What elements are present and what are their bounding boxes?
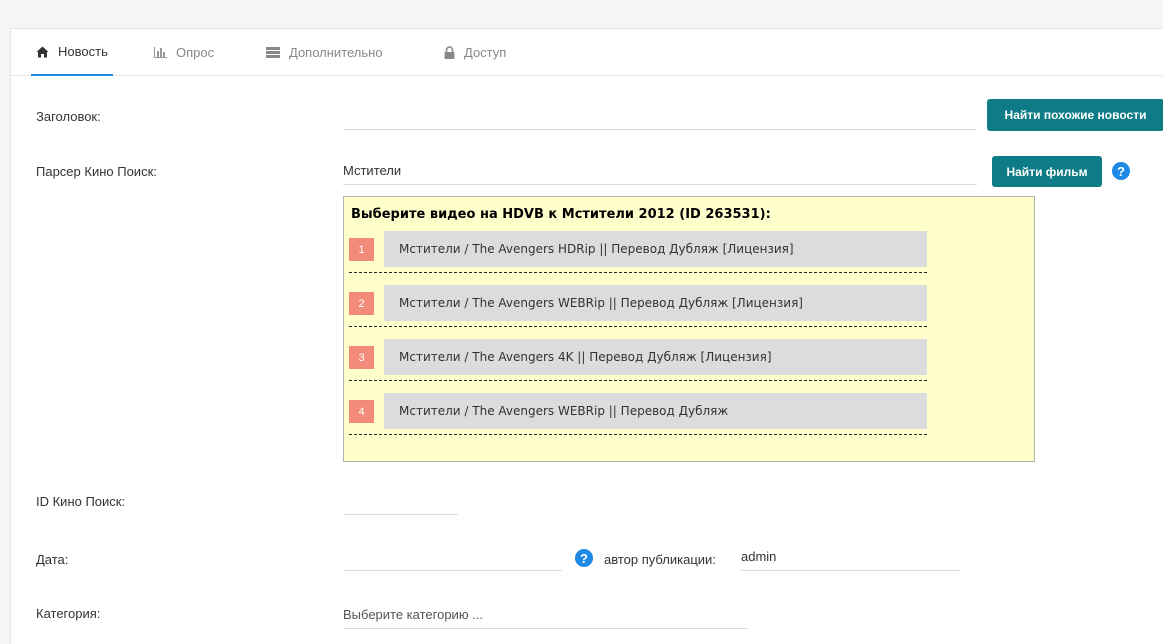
video-item-number: 3	[349, 346, 374, 369]
tab-access[interactable]: Доступ	[444, 29, 506, 75]
date-input[interactable]	[343, 543, 562, 571]
kp-id-label: ID Кино Поиск:	[36, 494, 126, 509]
video-item-title: Мстители / The Avengers WEBRip || Перево…	[384, 393, 927, 429]
tab-news-label: Новость	[58, 44, 108, 59]
find-film-button[interactable]: Найти фильм	[992, 156, 1102, 187]
results-title: Выберите видео на HDVB к Мстители 2012 (…	[351, 207, 771, 222]
list-icon	[266, 46, 280, 58]
category-label: Категория:	[36, 606, 101, 621]
video-item-number: 2	[349, 292, 374, 315]
video-item[interactable]: 3 Мстители / The Avengers 4K || Перевод …	[349, 339, 927, 381]
title-label: Заголовок:	[36, 109, 101, 124]
video-item[interactable]: 1 Мстители / The Avengers HDRip || Перев…	[349, 231, 927, 273]
video-item[interactable]: 2 Мстители / The Avengers WEBRip || Пере…	[349, 285, 927, 327]
date-label: Дата:	[36, 552, 69, 567]
tab-bar: Новость Опрос Дополнительно Доступ	[11, 29, 1163, 76]
video-item-title: Мстители / The Avengers HDRip || Перевод…	[384, 231, 927, 267]
news-editor-panel: Новость Опрос Дополнительно Доступ Загол…	[10, 28, 1163, 644]
tab-poll[interactable]: Опрос	[154, 29, 214, 75]
video-item-number: 1	[349, 238, 374, 261]
video-item-title: Мстители / The Avengers 4K || Перевод Ду…	[384, 339, 927, 375]
lock-icon	[444, 45, 455, 59]
category-select[interactable]	[343, 601, 748, 629]
date-help-icon[interactable]: ?	[575, 549, 593, 567]
tab-additional-label: Дополнительно	[289, 44, 383, 60]
video-item[interactable]: 4 Мстители / The Avengers WEBRip || Пере…	[349, 393, 927, 435]
author-input[interactable]	[741, 543, 961, 571]
title-input[interactable]	[343, 102, 977, 130]
home-icon	[36, 46, 49, 58]
video-results-box: Выберите видео на HDVB к Мстители 2012 (…	[343, 196, 1035, 462]
tab-poll-label: Опрос	[176, 44, 215, 60]
tab-news[interactable]: Новость	[31, 29, 113, 76]
author-label: автор публикации:	[604, 552, 716, 567]
tab-additional[interactable]: Дополнительно	[266, 29, 383, 75]
help-icon[interactable]: ?	[1112, 162, 1130, 180]
parser-label: Парсер Кино Поиск:	[36, 164, 157, 179]
parser-input[interactable]	[343, 157, 977, 185]
kp-id-input[interactable]	[343, 487, 458, 515]
video-item-title: Мстители / The Avengers WEBRip || Перево…	[384, 285, 927, 321]
tab-access-label: Доступ	[464, 44, 507, 60]
bar-chart-icon	[154, 46, 167, 58]
video-item-number: 4	[349, 400, 374, 423]
find-similar-news-button[interactable]: Найти похожие новости	[987, 99, 1163, 131]
